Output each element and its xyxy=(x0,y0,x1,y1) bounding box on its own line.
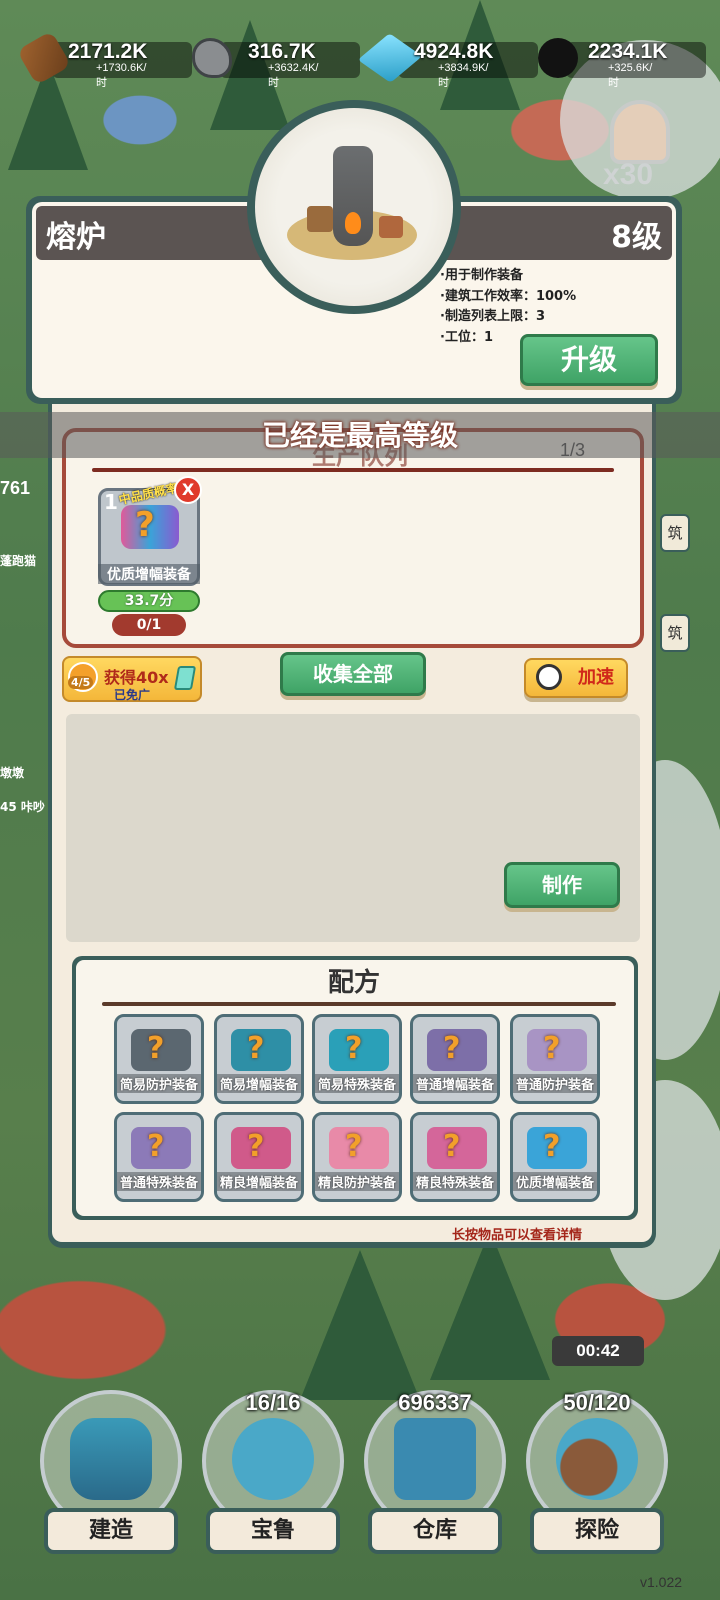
unknown-icon: ? xyxy=(443,1031,461,1066)
recipe-name: 简易防护装备 xyxy=(117,1074,201,1093)
resource-value: 2234.1K xyxy=(588,40,668,63)
pet-label: 蓬跑猫 xyxy=(0,554,37,568)
nav-explore[interactable]: 50/120 探险 xyxy=(522,1390,672,1560)
recipe-item[interactable]: ? 简易防护装备 xyxy=(114,1014,204,1104)
side-tab[interactable]: 筑 xyxy=(660,514,690,552)
nav-badge: 696337 xyxy=(398,1390,472,1415)
resource-value: 316.7K xyxy=(248,40,316,63)
slot-name: 优质增幅装备 xyxy=(98,564,200,584)
info-line: ·制造列表上限：3 xyxy=(440,309,545,324)
slot-time: 33.7分 xyxy=(98,590,200,612)
explore-timer: 00:42 xyxy=(552,1336,644,1366)
recipe-name: 精良防护装备 xyxy=(315,1172,399,1191)
resource-rate: +325.6K/时 xyxy=(608,62,653,89)
pet-label: 45 咔吵 xyxy=(0,800,45,814)
resource-value: 2171.2K xyxy=(68,40,148,63)
unknown-icon: ? xyxy=(345,1031,363,1066)
stone-icon xyxy=(192,38,232,78)
unknown-icon: ? xyxy=(543,1031,561,1066)
pet-icon xyxy=(232,1418,314,1500)
unknown-icon: ? xyxy=(543,1129,561,1164)
resource-rate: +3834.9K/时 xyxy=(438,62,489,89)
player-level: 761 xyxy=(0,478,31,498)
upgrade-button[interactable]: 升级 xyxy=(520,334,658,386)
recipe-name: 精良特殊装备 xyxy=(413,1172,497,1191)
building-icon xyxy=(70,1418,152,1500)
close-icon[interactable]: X xyxy=(174,476,202,504)
recipe-item[interactable]: ? 简易特殊装备 xyxy=(312,1014,402,1104)
tap-hand-icon[interactable] xyxy=(610,100,670,164)
nav-label: 仓库 xyxy=(368,1508,502,1554)
tree xyxy=(430,1230,550,1380)
ad-sub: 已免广 xyxy=(114,688,151,702)
unknown-icon: ? xyxy=(147,1031,165,1066)
unknown-icon: ? xyxy=(135,505,155,545)
nav-badge: 16/16 xyxy=(245,1390,301,1415)
unknown-icon: ? xyxy=(247,1129,265,1164)
nav-label: 宝鲁 xyxy=(206,1508,340,1554)
nav-build[interactable]: 建造 xyxy=(36,1390,186,1560)
queue-count: 1/3 xyxy=(560,440,586,460)
recipe-name: 简易特殊装备 xyxy=(315,1074,399,1093)
nav-storage[interactable]: 696337 仓库 xyxy=(360,1390,510,1560)
nav-label: 探险 xyxy=(530,1508,664,1554)
tree xyxy=(300,1250,420,1400)
recipe-name: 普通增幅装备 xyxy=(413,1074,497,1093)
info-line: ·建筑工作效率：100% xyxy=(440,288,577,304)
recipe-item[interactable]: ? 简易增幅装备 xyxy=(214,1014,304,1104)
furnace-portrait xyxy=(247,100,461,314)
unknown-icon: ? xyxy=(345,1129,363,1164)
building-level: 8级 xyxy=(611,220,662,255)
unknown-icon: ? xyxy=(443,1129,461,1164)
fire-icon xyxy=(345,212,361,234)
coal-icon xyxy=(538,38,578,78)
resource-rate: +3632.4K/时 xyxy=(268,62,319,89)
divider xyxy=(92,468,614,472)
nav-pets[interactable]: 16/16 宝鲁 xyxy=(198,1390,348,1560)
nav-label: 建造 xyxy=(44,1508,178,1554)
recipe-item[interactable]: ? 普通防护装备 xyxy=(510,1014,600,1104)
nav-badge: 50/120 xyxy=(563,1390,631,1415)
recipe-item[interactable]: ? 普通特殊装备 xyxy=(114,1112,204,1202)
slot-progress: 0/1 xyxy=(112,614,186,636)
unknown-icon: ? xyxy=(147,1129,165,1164)
divider xyxy=(102,1002,616,1006)
building-name: 熔炉 xyxy=(46,220,106,255)
explorer-icon xyxy=(556,1418,638,1500)
max-level-text: 已经是最高等级 xyxy=(261,419,458,452)
info-line: ·用于制作装备 xyxy=(440,268,523,283)
recipe-item[interactable]: ? 精良增幅装备 xyxy=(214,1112,304,1202)
resource-value: 4924.8K xyxy=(414,40,494,63)
recipe-item[interactable]: ? 精良特殊装备 xyxy=(410,1112,500,1202)
recipe-name: 简易增幅装备 xyxy=(217,1074,301,1093)
ad-label: 获得40x xyxy=(104,668,169,687)
pet-label: 墩墩 xyxy=(0,766,25,780)
version-label: v1.022 xyxy=(640,1574,683,1590)
recipe-name: 普通防护装备 xyxy=(513,1074,597,1093)
recipe-title: 配方 xyxy=(327,968,380,998)
lightning-icon xyxy=(173,666,197,690)
side-tab[interactable]: 筑 xyxy=(660,614,690,652)
unknown-icon: ? xyxy=(247,1031,265,1066)
recipe-name: 优质增幅装备 xyxy=(513,1172,597,1191)
ad-reward-button[interactable]: 4/5 获得40x 已免广 xyxy=(62,656,202,702)
recipe-item[interactable]: ? 精良防护装备 xyxy=(312,1112,402,1202)
multiplier-label: x30 xyxy=(603,158,654,191)
hint-text: 长按物品可以查看详情 xyxy=(452,1228,583,1243)
speedometer-icon xyxy=(536,664,562,690)
make-button[interactable]: 制作 xyxy=(504,862,620,908)
recipe-item[interactable]: ? 普通增幅装备 xyxy=(410,1014,500,1104)
chest-icon xyxy=(394,1418,476,1500)
collect-all-button[interactable]: 收集全部 xyxy=(280,652,426,696)
slot-index: 1 xyxy=(104,490,118,514)
recipe-item[interactable]: ? 优质增幅装备 xyxy=(510,1112,600,1202)
recipe-name: 精良增幅装备 xyxy=(217,1172,301,1191)
resource-rate: +1730.6K/时 xyxy=(96,62,147,89)
recipe-name: 普通特殊装备 xyxy=(117,1172,201,1191)
ad-count: 4/5 xyxy=(68,676,94,689)
